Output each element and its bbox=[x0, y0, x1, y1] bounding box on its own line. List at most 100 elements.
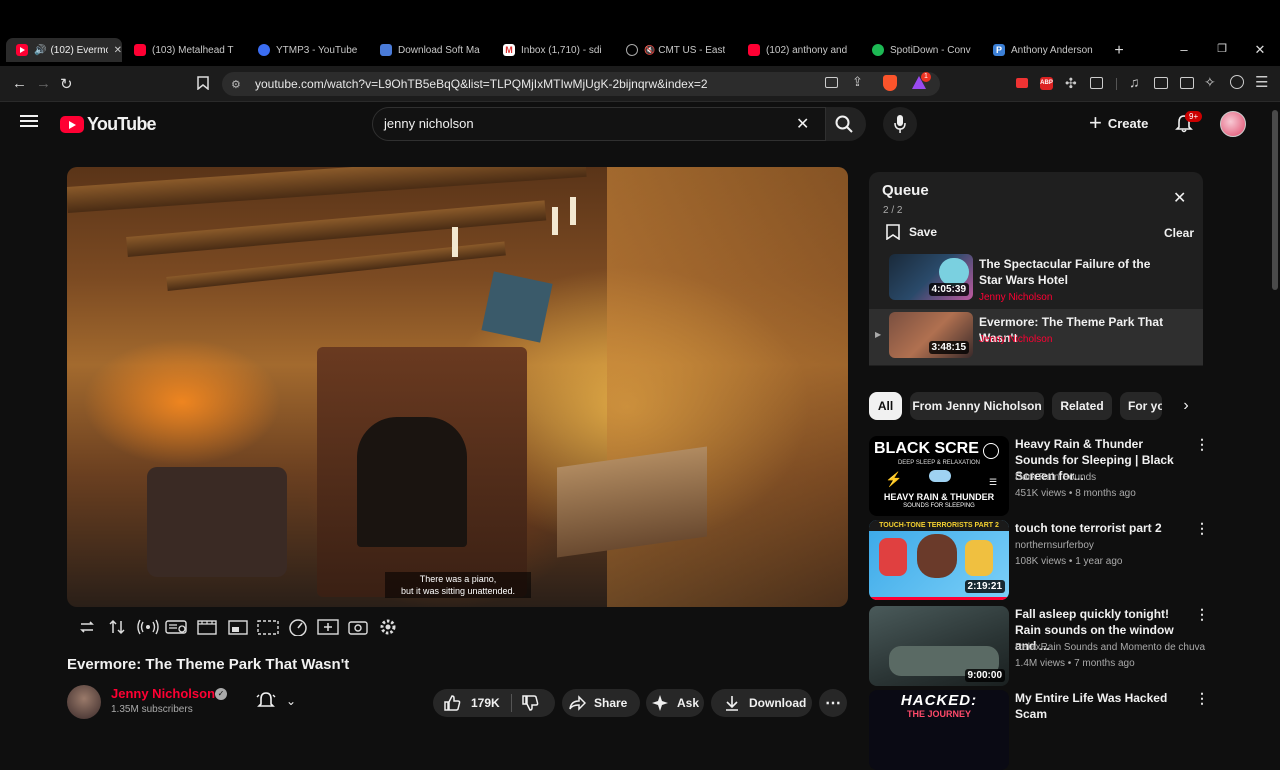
more-options-icon[interactable]: ⋮ bbox=[1195, 690, 1209, 707]
spotify-favicon-icon bbox=[872, 44, 884, 56]
bookmark-icon[interactable] bbox=[197, 76, 209, 90]
browser-menu-icon[interactable]: ☰ bbox=[1255, 73, 1268, 91]
tab[interactable]: Download Soft Ma bbox=[380, 38, 484, 62]
more-options-icon[interactable]: ⋮ bbox=[1195, 520, 1209, 537]
notification-badge: 9+ bbox=[1185, 111, 1203, 122]
more-options-icon[interactable]: ⋮ bbox=[1195, 606, 1209, 623]
tab[interactable]: (103) Metalhead T bbox=[134, 38, 238, 62]
url-text[interactable]: youtube.com/watch?v=L9OhTB5eBqQ&list=TLP… bbox=[255, 77, 708, 91]
picture-in-picture-icon[interactable] bbox=[228, 618, 250, 638]
close-queue-icon[interactable]: ✕ bbox=[1173, 188, 1186, 208]
filter-chip-related[interactable]: Related bbox=[1052, 392, 1112, 420]
add-to-queue-icon[interactable]: ☰ bbox=[986, 476, 1000, 488]
tab[interactable]: M Inbox (1,710) - sdi bbox=[503, 38, 607, 62]
close-tab-icon[interactable]: ✕ bbox=[114, 45, 122, 56]
wallet-icon[interactable] bbox=[1180, 77, 1194, 89]
sort-icon[interactable] bbox=[108, 618, 130, 638]
youtube-favicon-icon bbox=[134, 44, 146, 56]
maximize-icon[interactable]: ❐ bbox=[1212, 42, 1232, 55]
save-queue-button[interactable]: Save bbox=[886, 224, 937, 240]
queue-item[interactable]: 4:05:39 The Spectacular Failure of the S… bbox=[869, 254, 1203, 310]
hamburger-menu-icon[interactable] bbox=[20, 113, 40, 129]
add-icon[interactable] bbox=[317, 618, 339, 638]
channel-name[interactable]: Jenny Nicholson bbox=[111, 686, 215, 701]
site-settings-icon[interactable]: ⚙ bbox=[231, 78, 241, 91]
p-favicon-icon: P bbox=[993, 44, 1005, 56]
create-button[interactable]: + Create bbox=[1089, 112, 1148, 134]
tab[interactable]: (102) anthony and bbox=[748, 38, 852, 62]
audio-playing-icon[interactable]: 🔊 bbox=[34, 45, 46, 56]
tab[interactable]: 🔇 CMT US - East bbox=[626, 38, 730, 62]
media-music-icon[interactable]: ♫ bbox=[1129, 74, 1140, 90]
subscribed-bell-icon[interactable] bbox=[256, 692, 276, 710]
tab[interactable]: SpotiDown - Conv bbox=[872, 38, 976, 62]
reload-icon[interactable]: ↻ bbox=[60, 75, 73, 93]
more-actions-icon[interactable]: ⋯ bbox=[819, 689, 847, 717]
muted-icon[interactable]: 🔇 bbox=[644, 45, 655, 56]
ask-button[interactable]: Ask bbox=[646, 689, 704, 717]
thumbnail-figure bbox=[939, 258, 969, 286]
channel-avatar[interactable] bbox=[67, 685, 101, 719]
clear-queue-button[interactable]: Clear bbox=[1164, 226, 1194, 240]
vpn-icon[interactable] bbox=[1230, 75, 1244, 89]
search-input[interactable]: jenny nicholson bbox=[384, 116, 474, 131]
video-player[interactable]: There was a piano, but it was sitting un… bbox=[67, 167, 848, 607]
tab[interactable]: YTMP3 - YouTube bbox=[258, 38, 362, 62]
theater-mode-icon[interactable] bbox=[257, 618, 279, 638]
video-thumbnail: HACKED: THE JOURNEY bbox=[869, 690, 1009, 770]
recommendation-item[interactable]: BLACK SCRE DEEP SLEEP & RELAXATION ⚡ HEA… bbox=[869, 436, 1209, 516]
recommendation-item[interactable]: HACKED: THE JOURNEY My Entire Life Was H… bbox=[869, 690, 1209, 770]
page-scrollbar[interactable] bbox=[1272, 110, 1278, 290]
like-count[interactable]: 179K bbox=[471, 696, 500, 710]
video-frame-candle bbox=[452, 227, 458, 257]
share-page-icon[interactable]: ⇪ bbox=[852, 74, 863, 90]
recommendation-item[interactable]: TOUCH-TONE TERRORISTS PART 2 2:19:21 tou… bbox=[869, 520, 1209, 600]
sidebar-toggle-icon[interactable] bbox=[1154, 77, 1168, 89]
avatar[interactable] bbox=[1220, 111, 1246, 137]
filter-chip-for-you[interactable]: For yo bbox=[1120, 392, 1162, 420]
mp3-favicon-icon bbox=[380, 44, 392, 56]
close-window-icon[interactable]: ✕ bbox=[1250, 42, 1270, 58]
adblock-icon[interactable]: ABP bbox=[1040, 77, 1053, 90]
chevron-right-icon[interactable]: › bbox=[1176, 396, 1196, 416]
playlist-view-icon[interactable] bbox=[165, 618, 187, 638]
speed-icon[interactable] bbox=[288, 618, 310, 638]
clear-search-icon[interactable]: ✕ bbox=[796, 114, 809, 134]
extension-icon[interactable] bbox=[1016, 78, 1028, 88]
audio-broadcast-icon[interactable] bbox=[136, 618, 159, 638]
duration-badge: 2:19:21 bbox=[964, 580, 1005, 593]
settings-gear-icon[interactable] bbox=[378, 618, 400, 638]
share-button[interactable]: Share bbox=[562, 689, 640, 717]
filter-chip-all[interactable]: All bbox=[869, 392, 902, 420]
more-options-icon[interactable]: ⋮ bbox=[1195, 436, 1209, 453]
filter-chip-channel[interactable]: From Jenny Nicholson bbox=[910, 392, 1044, 420]
new-tab-icon[interactable]: + bbox=[1109, 42, 1129, 60]
forward-icon[interactable]: → bbox=[36, 75, 51, 92]
download-button[interactable]: Download bbox=[711, 689, 812, 717]
like-icon[interactable] bbox=[443, 694, 461, 712]
frame-icon[interactable] bbox=[197, 618, 219, 638]
chevron-down-icon[interactable]: ⌄ bbox=[286, 694, 296, 708]
watch-later-icon[interactable] bbox=[983, 443, 999, 459]
brave-shields-icon[interactable] bbox=[883, 75, 897, 91]
tab-active[interactable]: 🔊 (102) Evermore ✕ bbox=[6, 38, 122, 62]
queue-position: 2 / 2 bbox=[883, 205, 903, 216]
screenshot-camera-icon[interactable] bbox=[348, 618, 370, 638]
queue-thumbnail: 3:48:15 bbox=[889, 312, 973, 358]
video-frame-candle bbox=[570, 197, 576, 225]
video-frame-painting bbox=[481, 271, 553, 343]
dislike-icon[interactable] bbox=[521, 694, 539, 712]
search-icon bbox=[835, 115, 853, 133]
recommendation-item[interactable]: 9:00:00 Fall asleep quickly tonight! Rai… bbox=[869, 606, 1209, 686]
cast-icon[interactable] bbox=[825, 77, 838, 88]
tab[interactable]: P Anthony Anderson bbox=[993, 38, 1097, 62]
loop-icon[interactable] bbox=[78, 618, 100, 638]
queue-item-current[interactable]: ▶ 3:48:15 Evermore: The Theme Park That … bbox=[869, 312, 1203, 368]
extensions-puzzle-icon[interactable]: ✣ bbox=[1065, 75, 1077, 92]
minimize-icon[interactable]: – bbox=[1174, 42, 1194, 57]
back-icon[interactable]: ← bbox=[12, 75, 27, 92]
youtube-logo[interactable]: YouTube bbox=[60, 114, 157, 135]
leo-ai-icon[interactable]: ✧ bbox=[1204, 74, 1216, 91]
duration-badge: 3:48:15 bbox=[928, 341, 969, 354]
screenshot-icon[interactable] bbox=[1090, 77, 1103, 89]
